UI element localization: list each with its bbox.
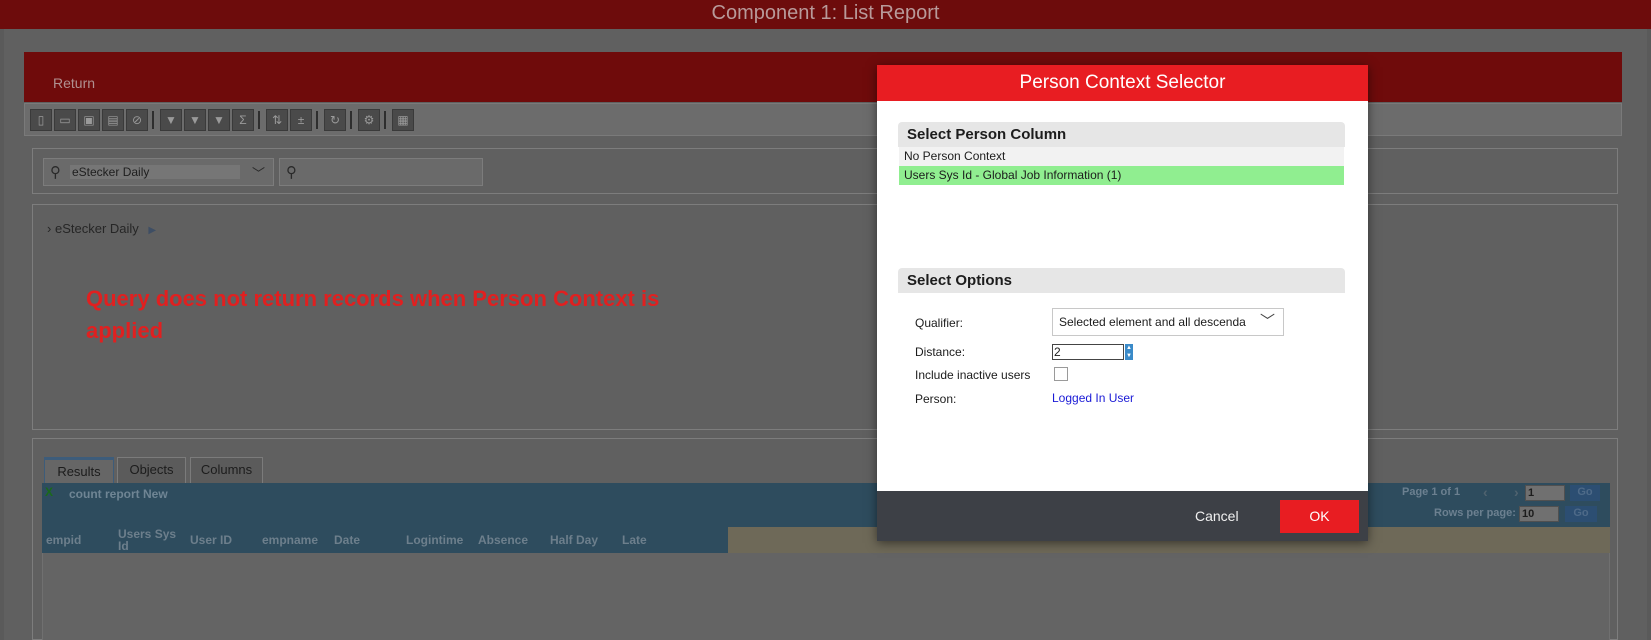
report-icon[interactable]: ▦ <box>392 109 414 131</box>
toolbar-separator <box>384 111 386 129</box>
tree-item-label: eStecker Daily <box>54 221 139 236</box>
column-header[interactable]: empid <box>46 527 106 553</box>
rows-per-page-input[interactable]: 10 <box>1519 506 1559 522</box>
report-header: Return <box>24 52 1622 102</box>
cancel-icon[interactable]: ⊘ <box>126 109 148 131</box>
column-header[interactable]: Date <box>334 527 400 553</box>
tab-columns[interactable]: Columns <box>190 457 263 484</box>
calc-icon[interactable]: ± <box>290 109 312 131</box>
chevron-right-icon[interactable]: › <box>1514 484 1519 500</box>
person-label: Person: <box>915 392 957 406</box>
toolbar-separator <box>258 111 260 129</box>
open-icon[interactable]: ▭ <box>54 109 76 131</box>
settings-icon[interactable]: ⚙ <box>358 109 380 131</box>
annotation-text: Query does not return records when Perso… <box>86 286 660 343</box>
inactive-users-label: Include inactive users <box>915 368 1031 382</box>
chevron-down-icon[interactable]: ﹀ <box>1260 309 1275 335</box>
query-tree-panel: › eStecker Daily ▶ Query does not return… <box>32 204 1618 430</box>
qualifier-value: Selected element and all descenda <box>1059 315 1246 329</box>
rows-per-page-label: Rows per page: <box>1434 507 1516 519</box>
person-link[interactable]: Logged In User <box>1052 391 1134 405</box>
refresh-icon[interactable]: ↻ <box>324 109 346 131</box>
query-search-panel: ⚲ eStecker Daily ﹀ ⚲ <box>32 148 1618 194</box>
play-icon[interactable]: ▶ <box>148 225 156 236</box>
options-section-title: Select Options <box>898 268 1345 293</box>
filter-clear-icon[interactable]: ▼ <box>208 109 230 131</box>
person-option-none[interactable]: No Person Context <box>899 147 1344 166</box>
toolbar-separator <box>152 111 154 129</box>
results-grid-body <box>42 553 1610 640</box>
go-button[interactable]: Go <box>1570 485 1600 501</box>
column-header[interactable]: Half Day <box>550 527 616 553</box>
filter-icon[interactable]: ▼ <box>160 109 182 131</box>
spinner-down-icon[interactable]: ▼ <box>1125 352 1133 360</box>
tab-objects[interactable]: Objects <box>117 457 186 484</box>
dialog-title: Person Context Selector <box>877 65 1368 101</box>
column-header-row: empid Users Sys Id User ID empname Date … <box>42 527 1610 553</box>
page-info: Page 1 of 1 <box>1402 486 1461 498</box>
column-header[interactable]: Users Sys Id <box>118 527 186 553</box>
ok-button[interactable]: OK <box>1280 500 1359 533</box>
filter-settings-icon[interactable]: ▼ <box>184 109 206 131</box>
column-header[interactable]: User ID <box>190 527 256 553</box>
person-section-title: Select Person Column <box>898 122 1345 147</box>
column-header[interactable]: Absence <box>478 527 544 553</box>
search-icon: ⚲ <box>50 164 61 181</box>
new-icon[interactable]: ▯ <box>30 109 52 131</box>
person-context-dialog: Person Context Selector Select Person Co… <box>877 65 1368 541</box>
column-header[interactable]: Late <box>622 527 688 553</box>
spinner-up-icon[interactable]: ▲ <box>1125 344 1133 352</box>
query-select[interactable]: ⚲ eStecker Daily ﹀ <box>43 158 274 186</box>
chevron-down-icon[interactable]: ﹀ <box>252 163 265 182</box>
qualifier-label: Qualifier: <box>915 316 964 330</box>
search-icon: ⚲ <box>286 164 297 181</box>
chevron-left-icon[interactable]: ‹ <box>1483 484 1488 500</box>
app-title: Component 1: List Report <box>0 0 1651 29</box>
distance-spinner[interactable]: ▲ ▼ <box>1125 344 1133 360</box>
toolbar-separator <box>316 111 318 129</box>
toolbar-separator <box>350 111 352 129</box>
tab-results[interactable]: Results <box>44 457 114 484</box>
chevron-right-icon[interactable]: › <box>47 221 51 236</box>
person-option-users-sys-id[interactable]: Users Sys Id - Global Job Information (1… <box>899 166 1344 185</box>
report-bar: X count report New Page 1 of 1 ‹ › 1 Go … <box>42 483 1610 527</box>
distance-label: Distance: <box>915 345 966 359</box>
sort-icon[interactable]: ⇅ <box>266 109 288 131</box>
dialog-footer: Cancel OK <box>877 491 1368 541</box>
save-as-icon[interactable]: ▤ <box>102 109 124 131</box>
results-panel: Results Objects Columns X count report N… <box>32 438 1618 640</box>
qualifier-select[interactable]: Selected element and all descenda ﹀ <box>1052 308 1284 336</box>
report-name: count report New <box>69 487 168 501</box>
save-icon[interactable]: ▣ <box>78 109 100 131</box>
rows-go-button[interactable]: Go <box>1565 506 1597 522</box>
search-input[interactable]: ⚲ <box>279 158 483 186</box>
inactive-users-checkbox[interactable] <box>1054 367 1068 381</box>
column-header[interactable]: empname <box>262 527 328 553</box>
sum-icon[interactable]: Σ <box>232 109 254 131</box>
query-select-value: eStecker Daily <box>70 165 240 179</box>
distance-input[interactable]: 2 <box>1052 344 1124 360</box>
column-header[interactable]: Logintime <box>406 527 472 553</box>
pager: Page 1 of 1 ‹ › 1 Go Rows per page: 10 G… <box>1390 483 1610 527</box>
toolbar: ▯ ▭ ▣ ▤ ⊘ ▼ ▼ ▼ Σ ⇅ ± ↻ ⚙ ▦ <box>24 103 1622 136</box>
return-link[interactable]: Return <box>53 75 95 91</box>
tree-item[interactable]: › eStecker Daily ▶ <box>47 221 156 236</box>
page-number-input[interactable]: 1 <box>1525 485 1565 501</box>
cancel-button[interactable]: Cancel <box>1195 508 1239 524</box>
excel-icon[interactable]: X <box>45 485 53 499</box>
